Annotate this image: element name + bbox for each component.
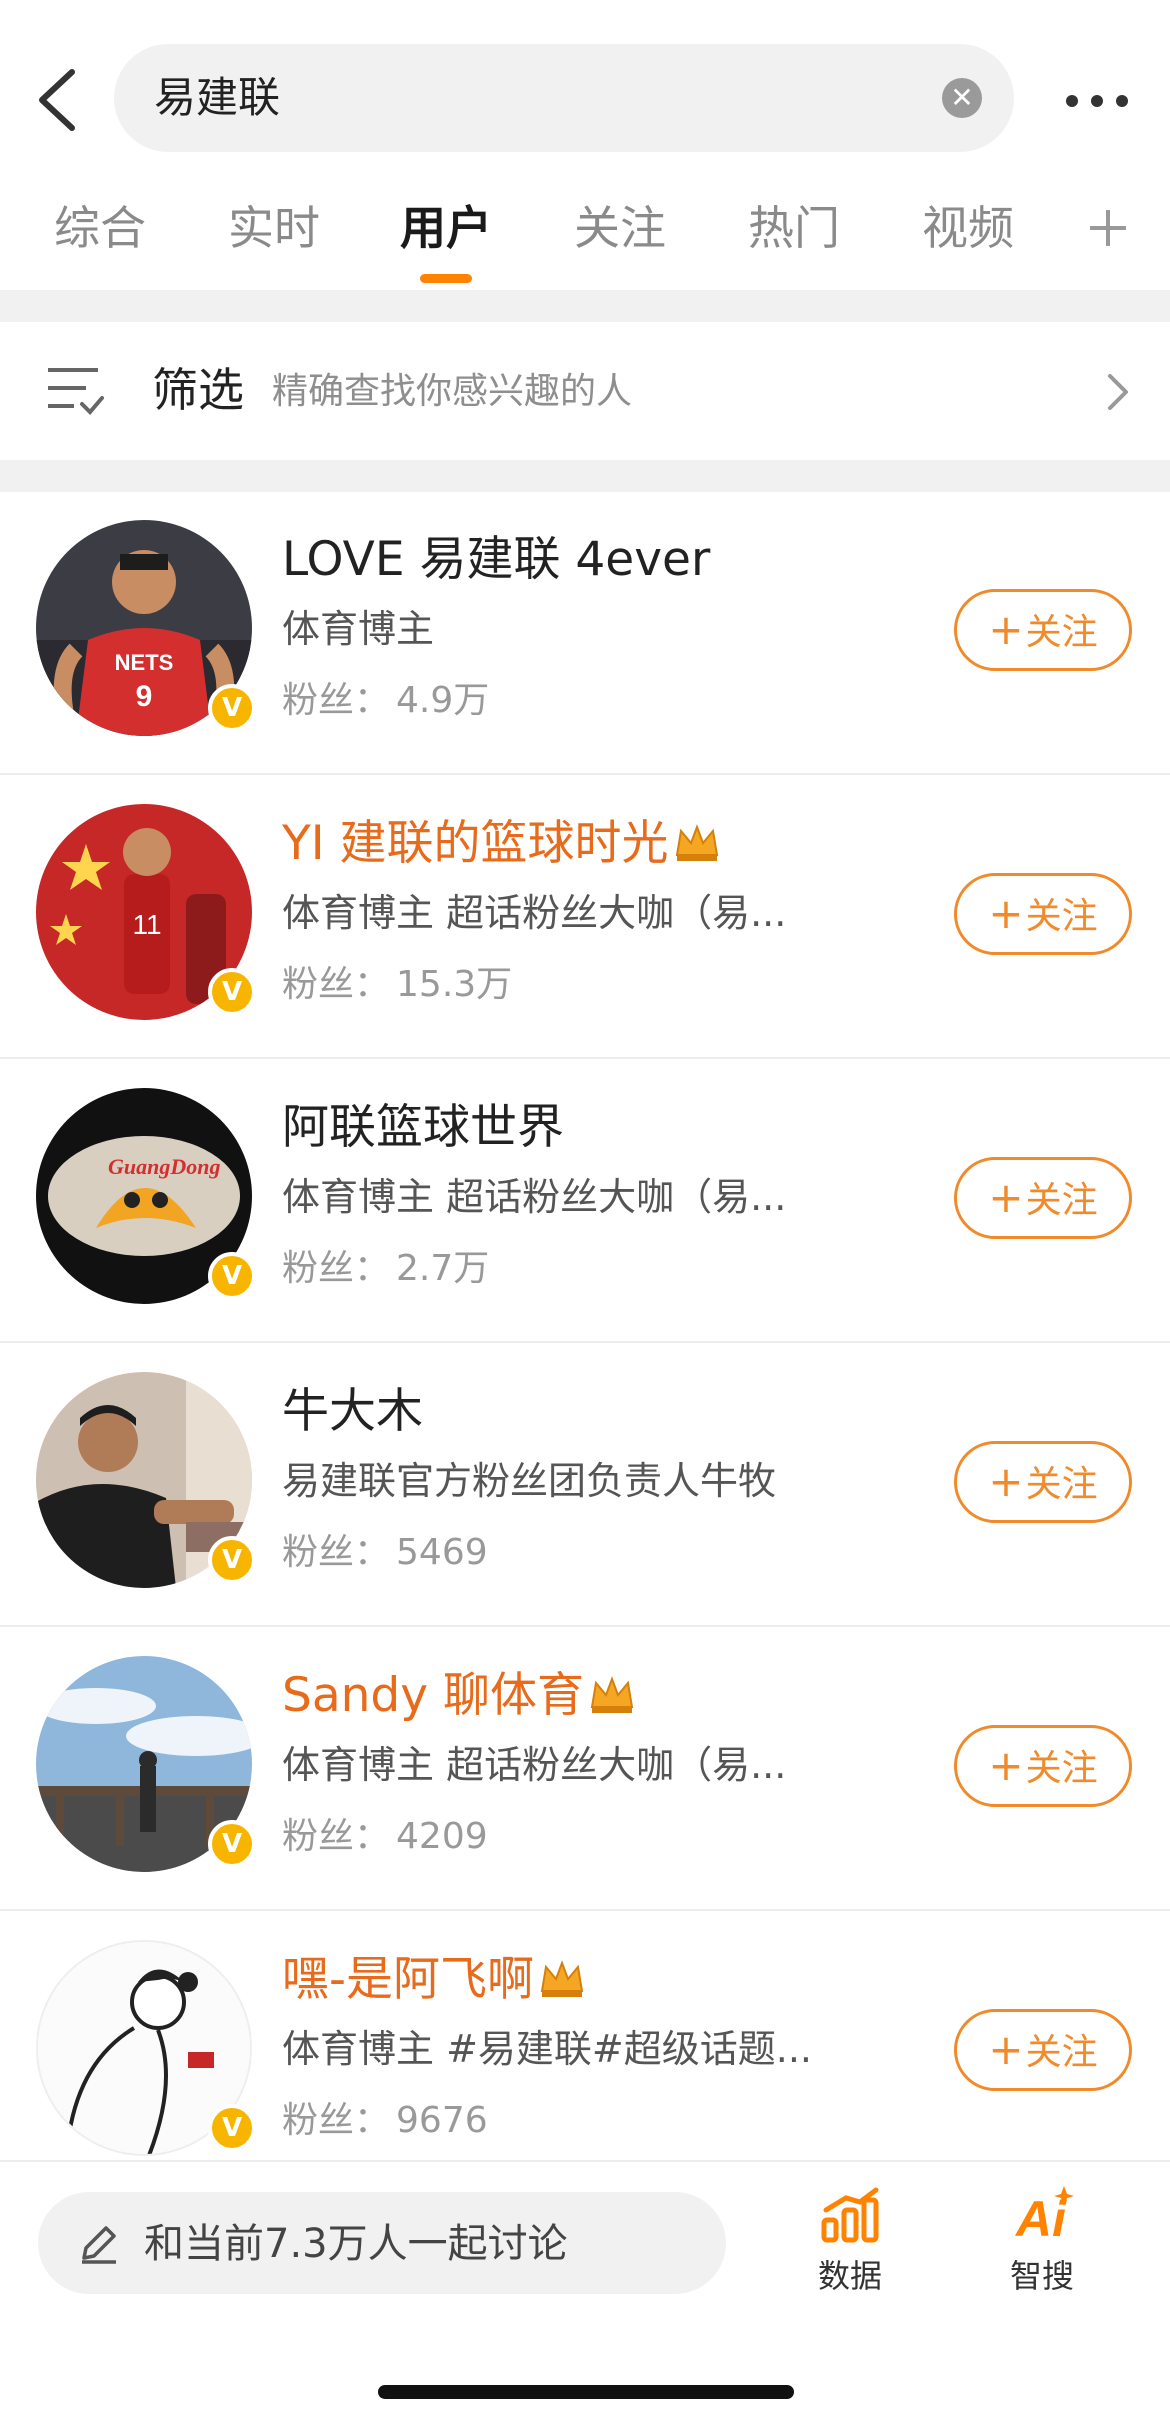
back-button[interactable] <box>28 62 88 138</box>
plus-icon: + <box>988 1173 1024 1222</box>
add-tab-button[interactable] <box>1086 206 1130 250</box>
more-options-button[interactable] <box>1052 76 1142 126</box>
fans-count: 粉丝： 9676 <box>282 2100 488 2141</box>
home-indicator[interactable] <box>378 2385 794 2399</box>
svg-text:NETS: NETS <box>115 650 174 675</box>
user-description: 易建联官方粉丝团负责人牛牧 <box>282 1459 777 1503</box>
data-label: 数据 <box>817 2257 882 2295</box>
pencil-icon <box>82 2226 116 2264</box>
smart-search-label: 智搜 <box>1009 2257 1074 2295</box>
clear-icon[interactable]: ✕ <box>942 78 982 118</box>
plus-icon: + <box>988 1457 1024 1506</box>
user-list-item[interactable]: V 牛大木 易建联官方粉丝团负责人牛牧 粉丝： 5469 +关注 <box>0 1344 1170 1627</box>
tab-hot[interactable]: 热门 <box>748 198 840 258</box>
tab-comprehensive[interactable]: 综合 <box>54 198 146 258</box>
user-name[interactable]: YI 建联的篮球时光 <box>282 812 721 876</box>
svg-text:9: 9 <box>136 680 153 713</box>
search-tabs: 综合 实时 用户 关注 热门 视频 <box>0 186 1170 286</box>
search-query: 易建联 <box>154 73 281 122</box>
search-input[interactable]: 易建联 ✕ <box>114 44 1014 152</box>
ai-search-icon: Ai <box>1014 2186 1074 2244</box>
verified-badge: V <box>208 1536 256 1584</box>
plus-icon: + <box>988 605 1024 654</box>
user-description: 体育博主 <box>282 607 435 651</box>
tab-realtime[interactable]: 实时 <box>228 198 320 258</box>
verified-badge: V <box>208 684 256 732</box>
tab-following[interactable]: 关注 <box>574 198 666 258</box>
filter-description: 精确查找你感兴趣的人 <box>272 371 633 412</box>
verified-badge: V <box>208 2104 256 2152</box>
plus-icon: + <box>988 2025 1024 2074</box>
fans-count: 粉丝： 5469 <box>282 1532 488 1573</box>
fans-count: 粉丝： 4.9万 <box>282 680 490 721</box>
chevron-right-icon <box>1108 374 1128 410</box>
section-divider <box>0 460 1170 492</box>
smart-search-button[interactable]: Ai 智搜 <box>982 2186 1102 2316</box>
user-name[interactable]: LOVE 易建联 4ever <box>282 528 710 592</box>
user-list-item[interactable]: V 嘿-是阿飞啊 体育博主 #易建联#超级话题... 粉丝： 9676 +关注 <box>0 1912 1170 2195</box>
tab-video[interactable]: 视频 <box>922 198 1014 258</box>
user-name[interactable]: 嘿-是阿飞啊 <box>282 1948 586 2012</box>
compose-placeholder: 和当前7.3万人一起讨论 <box>144 2221 568 2267</box>
search-header: 易建联 ✕ <box>0 0 1170 170</box>
dot-icon <box>1066 95 1078 107</box>
active-tab-indicator <box>420 274 472 283</box>
follow-button[interactable]: +关注 <box>954 1441 1132 1523</box>
user-description: 体育博主 #易建联#超级话题... <box>282 2027 812 2071</box>
follow-button[interactable]: +关注 <box>954 873 1132 955</box>
user-description: 体育博主 超话粉丝大咖（易... <box>282 1743 787 1787</box>
filter-title: 筛选 <box>152 363 244 417</box>
plus-icon: + <box>988 889 1024 938</box>
verified-badge: V <box>208 1252 256 1300</box>
tab-users[interactable]: 用户 <box>400 198 492 258</box>
follow-button[interactable]: +关注 <box>954 1157 1132 1239</box>
svg-text:11: 11 <box>132 909 161 940</box>
fans-count: 粉丝： 2.7万 <box>282 1248 490 1289</box>
plus-icon: + <box>988 1741 1024 1790</box>
compose-input[interactable]: 和当前7.3万人一起讨论 <box>38 2192 726 2294</box>
follow-button[interactable]: +关注 <box>954 2009 1132 2091</box>
verified-badge: V <box>208 968 256 1016</box>
verified-badge: V <box>208 1820 256 1868</box>
follow-button[interactable]: +关注 <box>954 589 1132 671</box>
user-name[interactable]: 阿联篮球世界 <box>282 1096 564 1160</box>
user-list-item[interactable]: NETS 9 V LOVE 易建联 4ever 体育博主 粉丝： 4.9万 +关注 <box>0 492 1170 775</box>
user-list-item[interactable]: 11 V YI 建联的篮球时光 体育博主 超话粉丝大咖（易... 粉丝： 15.3… <box>0 776 1170 1059</box>
data-button[interactable]: 数据 <box>790 2186 910 2316</box>
plus-icon <box>1090 210 1126 246</box>
svg-text:Ai: Ai <box>1014 2191 1067 2244</box>
crown-icon <box>540 1960 584 1997</box>
user-name[interactable]: Sandy 聊体育 <box>282 1664 636 1728</box>
user-name[interactable]: 牛大木 <box>282 1380 423 1444</box>
user-list-item[interactable]: GuangDong V 阿联篮球世界 体育博主 超话粉丝大咖（易... 粉丝： 2… <box>0 1060 1170 1343</box>
filter-list-icon <box>48 368 104 415</box>
dot-icon <box>1116 95 1128 107</box>
user-description: 体育博主 超话粉丝大咖（易... <box>282 891 787 935</box>
chevron-left-icon <box>39 69 75 131</box>
crown-icon <box>675 824 718 861</box>
crown-icon <box>590 1676 634 1713</box>
user-list-item[interactable]: V Sandy 聊体育 体育博主 超话粉丝大咖（易... 粉丝： 4209 +关注 <box>0 1628 1170 1911</box>
bar-chart-icon <box>821 2187 879 2243</box>
user-description: 体育博主 超话粉丝大咖（易... <box>282 1175 787 1219</box>
fans-count: 粉丝： 15.3万 <box>282 964 513 1005</box>
follow-button[interactable]: +关注 <box>954 1725 1132 1807</box>
fans-count: 粉丝： 4209 <box>282 1816 488 1857</box>
dot-icon <box>1091 95 1103 107</box>
section-divider <box>0 290 1170 322</box>
svg-text:GuangDong: GuangDong <box>108 1154 220 1179</box>
filter-row[interactable]: 筛选 精确查找你感兴趣的人 <box>0 322 1170 460</box>
